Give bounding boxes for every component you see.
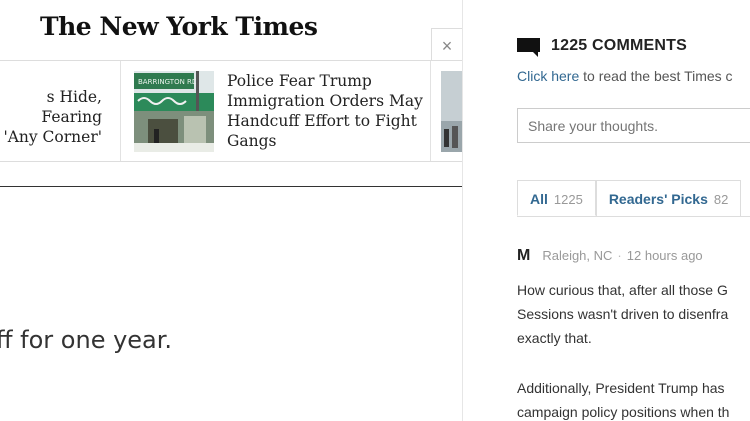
share-thoughts-input[interactable]	[517, 108, 750, 143]
comments-header: 1225 COMMENTS	[517, 37, 687, 57]
street-scene-image: BARRINGTON RD	[134, 71, 214, 152]
commenter-initial[interactable]: M	[517, 247, 530, 265]
section-divider	[0, 186, 462, 187]
related-story-card[interactable]: s Hide, Fearing 'Any Corner'	[0, 61, 121, 161]
comment-paragraph: Additionally, President Trump has campai…	[517, 380, 730, 420]
best-comments-text: to read the best Times c	[579, 68, 733, 84]
comments-count-title: 1225 COMMENTS	[551, 37, 687, 54]
best-comments-prompt: Click here to read the best Times c	[517, 68, 733, 84]
related-story-card[interactable]: BARRINGTON RD Police Fear Trump Immigrat…	[122, 61, 431, 161]
close-icon[interactable]: ×	[431, 28, 462, 62]
comment-meta: M Raleigh, NC · 12 hours ago	[517, 247, 703, 265]
nyt-logo[interactable]: The New York Times	[40, 12, 318, 41]
svg-text:BARRINGTON RD: BARRINGTON RD	[138, 78, 197, 86]
related-story-headline[interactable]: Police Fear Trump Immigration Orders May…	[227, 71, 427, 151]
related-stories-strip: s Hide, Fearing 'Any Corner' BARRINGTON …	[0, 60, 462, 162]
comment-bubble-icon	[517, 37, 540, 57]
commenter-location: Raleigh, NC	[542, 248, 613, 263]
story-thumbnail-image	[441, 71, 462, 152]
story-thumbnail[interactable]: BARRINGTON RD	[134, 71, 214, 152]
comments-panel: 1225 COMMENTS Click here to read the bes…	[463, 0, 750, 421]
tab-readers-picks[interactable]: Readers' Picks 82	[595, 180, 742, 216]
meta-separator: ·	[617, 248, 622, 263]
comment-paragraph: How curious that, after all those G Sess…	[517, 282, 729, 346]
tab-all-label: All	[530, 191, 548, 207]
article-pane: The New York Times × s Hide, Fearing 'An…	[0, 0, 462, 421]
comment-timestamp[interactable]: 12 hours ago	[627, 248, 703, 263]
comment-tabs: All 1225 Readers' Picks 82	[517, 180, 750, 217]
tab-readers-picks-count: 82	[713, 192, 729, 207]
related-story-headline[interactable]: s Hide, Fearing 'Any Corner'	[0, 87, 102, 147]
article-body-text: ff for one year.	[0, 326, 173, 354]
tab-all[interactable]: All 1225	[517, 180, 596, 216]
click-here-link[interactable]: Click here	[517, 68, 579, 84]
tab-readers-picks-label: Readers' Picks	[608, 191, 708, 207]
related-story-thumbnail-partial[interactable]	[441, 71, 462, 152]
tab-all-count: 1225	[553, 192, 583, 207]
